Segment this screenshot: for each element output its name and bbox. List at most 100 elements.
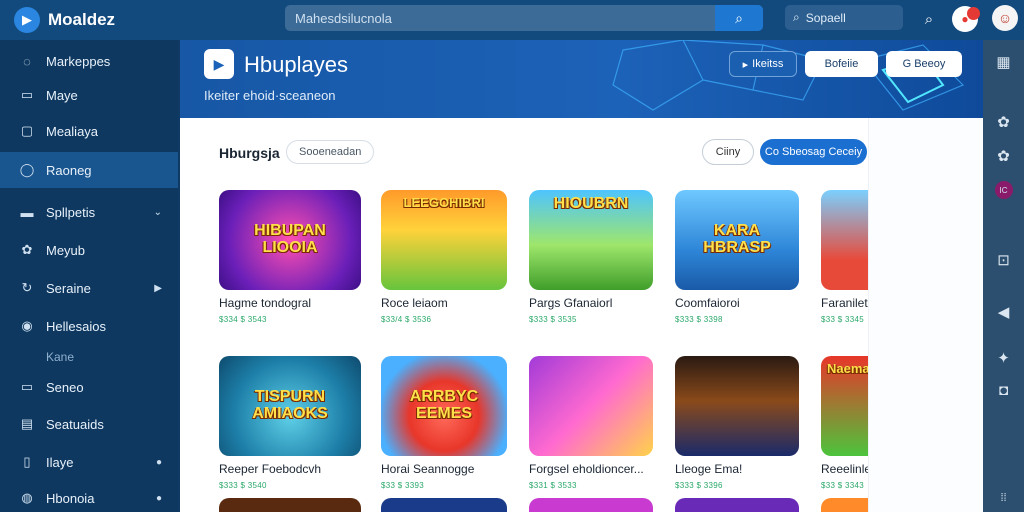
sidebar-item-hellesaios[interactable]: ◉ Hellesaios bbox=[0, 308, 178, 344]
notification-icon[interactable]: ● 1 bbox=[952, 6, 980, 32]
chat-icon[interactable]: ◘ bbox=[983, 378, 1024, 402]
filter-chip[interactable]: Sooeneadan bbox=[286, 140, 375, 164]
back-icon[interactable]: ◀ bbox=[983, 300, 1024, 324]
sidebar-item-hbonoia[interactable]: ◍ Hbonoia ● bbox=[0, 480, 178, 512]
game-price: $333 $ 3396 bbox=[675, 481, 723, 490]
sidebar-item-ilaye[interactable]: ▯ Ilaye ● bbox=[0, 444, 178, 480]
gear-icon: ✿ bbox=[21, 242, 33, 257]
notification-badge: 1 bbox=[967, 7, 980, 20]
sidebar-item-meyub[interactable]: ✿ Meyub bbox=[0, 232, 178, 268]
refresh-icon: ↻ bbox=[21, 280, 33, 295]
sidebar-item-maye[interactable]: ▭ Maye bbox=[0, 77, 178, 113]
banner-button-2[interactable]: Bofeiie bbox=[805, 51, 878, 77]
sidebar-item-label: Markeppes bbox=[46, 53, 111, 69]
game-card[interactable]: Naema Reeelinlei $33 $ 3343 bbox=[821, 356, 868, 490]
doc-icon: ▤ bbox=[20, 416, 34, 431]
sidebar-item-label: Mealiaya bbox=[46, 123, 99, 139]
inbox-icon[interactable]: ⊡ bbox=[983, 248, 1024, 272]
secondary-search-label: Sopaell bbox=[805, 10, 846, 25]
main-search: ⌕ bbox=[285, 5, 763, 31]
game-title: Horai Seannogge bbox=[381, 462, 475, 476]
search-icon[interactable]: ⌕ bbox=[916, 6, 942, 32]
game-price: $334 $ 3543 bbox=[219, 315, 267, 324]
secondary-search[interactable]: ⌕ Sopaell bbox=[785, 5, 903, 30]
game-title: Lleoge Ema! bbox=[675, 462, 743, 476]
button-label: Bofeiie bbox=[824, 58, 859, 70]
game-thumbnail bbox=[529, 356, 653, 456]
game-thumbnail-partial[interactable] bbox=[675, 498, 799, 512]
sidebar-item-raoneg[interactable]: ◯ Raoneg bbox=[0, 152, 178, 188]
more-icon[interactable]: ⁞⁞ bbox=[983, 486, 1024, 510]
banner-button-3[interactable]: G Beeoy bbox=[886, 51, 962, 77]
avatar-badge-icon[interactable]: IC bbox=[983, 178, 1024, 202]
image-icon: ▢ bbox=[20, 123, 34, 138]
game-thumbnail bbox=[675, 356, 799, 456]
game-price: $333 $ 3540 bbox=[219, 481, 267, 490]
game-title: Roce leiaom bbox=[381, 296, 448, 310]
search-button[interactable]: ⌕ bbox=[715, 5, 763, 31]
game-thumbnail-partial[interactable] bbox=[219, 498, 361, 512]
sidebar-item-label: Seatuaids bbox=[46, 416, 104, 432]
sidebar-item-label: Hellesaios bbox=[46, 318, 106, 334]
outline-button[interactable]: Ciiny bbox=[702, 139, 754, 165]
game-thumbnail: HIBUPAN LIOOIA bbox=[219, 190, 361, 290]
sidebar-item-label: Meyub bbox=[46, 242, 86, 258]
game-price: $331 $ 3533 bbox=[529, 481, 577, 490]
game-thumbnail bbox=[821, 190, 868, 290]
sidebar-item-spllpetis[interactable]: ▬ Spllpetis ⌄ bbox=[0, 194, 178, 230]
game-thumbnail: TISPURN AMIAOKS bbox=[219, 356, 361, 456]
game-title: Faraniletr bbox=[821, 296, 868, 310]
sidebar-item-seatuaids[interactable]: ▤ Seatuaids bbox=[0, 406, 178, 442]
game-price: $33 $ 3343 bbox=[821, 481, 865, 490]
game-card[interactable]: Lleoge Ema! $333 $ 3396 bbox=[675, 356, 799, 490]
game-title: Coomfaioroi bbox=[675, 296, 740, 310]
game-thumbnail-partial[interactable] bbox=[529, 498, 653, 512]
banner-button-1[interactable]: ▸ Ikeitss bbox=[729, 51, 797, 77]
folder-icon: ▭ bbox=[20, 87, 34, 102]
dot-icon: ● bbox=[155, 492, 162, 504]
game-price: $33 $ 3345 bbox=[821, 315, 865, 324]
game-thumbnail: LEEGOHIBRI bbox=[381, 190, 507, 290]
game-card[interactable]: KARA HBRASP Coomfaioroi $333 $ 3398 bbox=[675, 190, 799, 324]
triangle-icon: ▶ bbox=[154, 282, 162, 294]
game-card[interactable]: TISPURN AMIAOKS Reeper Foebodcvh $333 $ … bbox=[219, 356, 361, 490]
top-bar: ▶ Moaldez ⌕ ⌕ Sopaell ⌕ ●1 ☺ bbox=[0, 0, 1024, 40]
game-card[interactable]: Faraniletr $33 $ 3345 bbox=[821, 190, 868, 324]
game-title: Reeper Foebodcvh bbox=[219, 462, 322, 476]
avatar[interactable]: ☺ bbox=[992, 5, 1018, 31]
sidebar-item-label: Seraine bbox=[46, 280, 91, 296]
gear-icon[interactable]: ✿ bbox=[983, 110, 1024, 134]
game-card[interactable]: LEEGOHIBRI Roce leiaom $33/4 $ 3536 bbox=[381, 190, 507, 324]
primary-button[interactable]: Co Sbeosag Ceceiy bbox=[760, 139, 867, 165]
button-label: G Beeoy bbox=[902, 58, 946, 70]
game-thumbnail-partial[interactable] bbox=[381, 498, 507, 512]
user-icon: ◍ bbox=[21, 490, 33, 505]
search-input[interactable] bbox=[285, 5, 715, 31]
settings-icon[interactable]: ✿ bbox=[983, 144, 1024, 168]
game-thumbnail-partial[interactable] bbox=[821, 498, 868, 512]
sidebar-item-seneo[interactable]: ▭ Seneo bbox=[0, 369, 178, 405]
sidebar-item-label: Seneo bbox=[46, 379, 84, 395]
game-title: Pargs Gfanaiorl bbox=[529, 296, 613, 310]
game-card[interactable]: HIOUBRN Pargs Gfanaiorl $333 $ 3535 bbox=[529, 190, 653, 324]
bird-icon[interactable]: ✦ bbox=[983, 346, 1024, 370]
content-side-panel bbox=[868, 118, 983, 512]
sidebar-item-label: Ilaye bbox=[46, 454, 74, 470]
game-title: Hagme tondogral bbox=[219, 296, 312, 310]
app-logo[interactable]: ▶ Moaldez bbox=[0, 7, 180, 33]
card-icon: ▭ bbox=[20, 379, 34, 394]
game-title: Reeelinlei bbox=[821, 462, 868, 476]
sidebar-item-mealiaya[interactable]: ▢ Mealiaya bbox=[0, 113, 178, 149]
sidebar-item-markeppes[interactable]: ◌ Markeppes bbox=[0, 43, 178, 79]
game-card[interactable]: ARRBYC EEMES Horai Seannogge $33 $ 3393 bbox=[381, 356, 507, 490]
grid-icon[interactable]: ▦ bbox=[983, 50, 1024, 74]
game-thumbnail: ARRBYC EEMES bbox=[381, 356, 507, 456]
sidebar-item-seraine[interactable]: ↻ Seraine ▶ bbox=[0, 270, 178, 306]
game-card[interactable]: Forgsel eholdioncer... $331 $ 3533 bbox=[529, 356, 653, 490]
game-card[interactable]: HIBUPAN LIOOIA Hagme tondogral $334 $ 35… bbox=[219, 190, 361, 324]
game-thumbnail: HIOUBRN bbox=[529, 190, 653, 290]
search-icon: ⌕ bbox=[793, 10, 800, 24]
game-price: $33 $ 3393 bbox=[381, 481, 425, 490]
search-icon: ⌕ bbox=[735, 9, 743, 26]
game-price: $333 $ 3398 bbox=[675, 315, 723, 324]
